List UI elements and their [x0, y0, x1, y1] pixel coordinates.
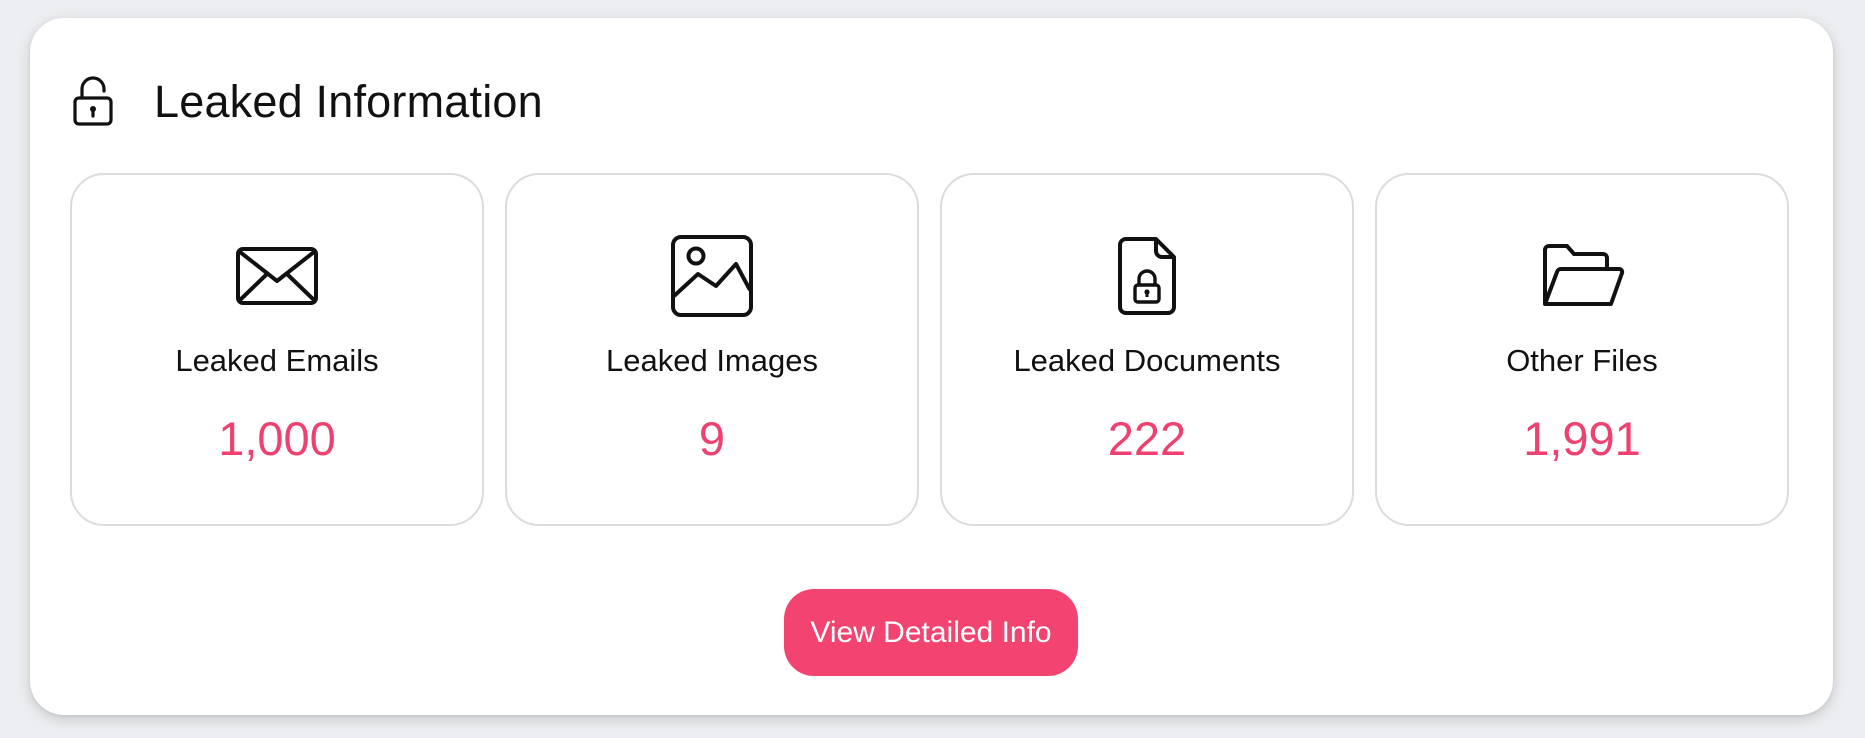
stat-label: Other Files	[1506, 343, 1658, 378]
unlocked-padlock-icon	[70, 74, 116, 130]
stat-label: Leaked Images	[606, 343, 818, 378]
stat-card-emails: Leaked Emails 1,000	[70, 173, 484, 526]
page-title: Leaked Information	[154, 76, 543, 127]
view-detailed-info-button[interactable]: View Detailed Info	[784, 589, 1078, 676]
image-icon	[507, 233, 917, 319]
leaked-information-panel: Leaked Information Leaked Emails 1,000 L…	[30, 18, 1833, 715]
panel-header: Leaked Information	[70, 56, 543, 148]
locked-document-icon	[942, 233, 1352, 319]
stat-card-other-files: Other Files 1,991	[1375, 173, 1789, 526]
stat-value: 1,991	[1523, 412, 1641, 465]
stat-card-images: Leaked Images 9	[505, 173, 919, 526]
stat-label: Leaked Emails	[175, 343, 379, 378]
envelope-icon	[72, 233, 482, 319]
stats-cards: Leaked Emails 1,000 Leaked Images 9 Leak…	[70, 173, 1789, 526]
open-folder-icon	[1377, 233, 1787, 319]
stat-value: 222	[1107, 412, 1187, 465]
stat-value: 9	[698, 412, 726, 465]
stat-value: 1,000	[218, 412, 336, 465]
stat-card-documents: Leaked Documents 222	[940, 173, 1354, 526]
stat-label: Leaked Documents	[1013, 343, 1281, 378]
